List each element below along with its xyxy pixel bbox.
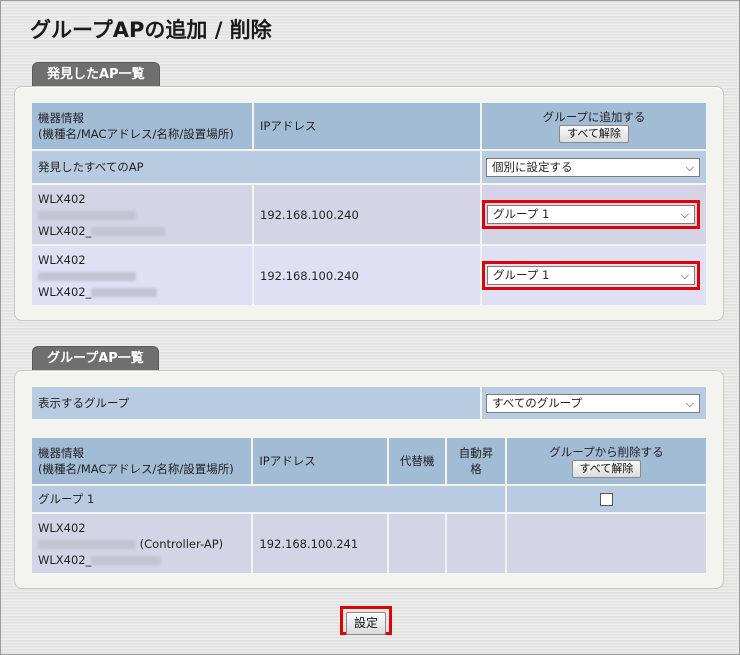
col-ip-header: IPアドレス <box>251 436 390 486</box>
group-select-cell: グループ 1 ⌵ <box>479 183 709 246</box>
chevron-down-icon: ⌵ <box>680 208 689 221</box>
col-remove-header: グループから削除する すべて解除 <box>504 436 709 486</box>
table-row: WLX402 WLX402_ 192.168.100.240 グループ 1 ⌵ <box>29 244 709 307</box>
device-info-cell: WLX402 WLX402_ <box>29 183 255 246</box>
group-remove-cell <box>504 484 709 514</box>
col-alt-header: 代替機 <box>387 436 448 486</box>
device-model: WLX402 <box>38 191 86 206</box>
group-filter-select[interactable]: すべてのグループ ⌵ <box>486 393 700 413</box>
chevron-down-icon: ⌵ <box>680 269 689 282</box>
highlight-box: グループ 1 ⌵ <box>481 261 700 290</box>
group-select-cell: グループ 1 ⌵ <box>479 244 709 307</box>
group-select-value: グループ 1 <box>492 268 550 282</box>
discovered-table: 機器情報 (機種名/MACアドレス/名称/設置場所) IPアドレス グループに追… <box>29 101 709 307</box>
alt-cell <box>387 512 448 575</box>
checkbox-icon[interactable] <box>599 493 613 506</box>
col-device-header: 機器情報 (機種名/MACアドレス/名称/設置場所) <box>29 101 255 151</box>
device-ip: 192.168.100.240 <box>252 183 482 246</box>
device-name: WLX402_ <box>38 223 246 239</box>
group-select[interactable]: グループ 1 ⌵ <box>486 266 695 285</box>
device-model: WLX402 <box>38 252 86 267</box>
discovered-header-row: 機器情報 (機種名/MACアドレス/名称/設置場所) IPアドレス グループに追… <box>29 101 709 151</box>
page-title: グループAPの追加 / 削除 <box>30 18 272 42</box>
submit-highlight-box: 設定 <box>340 606 392 635</box>
group-name: グループ 1 <box>30 484 507 514</box>
device-mac-redacted <box>38 207 246 223</box>
all-ap-select[interactable]: 個別に設定する ⌵ <box>485 157 700 177</box>
device-model: WLX402 <box>38 520 86 535</box>
group-row: グループ 1 <box>30 484 709 514</box>
section-tab-discovered: 発見したAP一覧 <box>32 62 160 86</box>
clear-all-remove-button[interactable]: すべて解除 <box>571 460 642 478</box>
col-add-header: グループに追加する すべて解除 <box>479 101 709 151</box>
col-device-sub-label: (機種名/MACアドレス/名称/設置場所) <box>38 127 234 141</box>
all-ap-select-value: 個別に設定する <box>491 159 573 174</box>
device-mac-role: (Controller-AP) <box>38 536 245 552</box>
device-name: WLX402_ <box>38 284 246 300</box>
group-ap-header-row: 機器情報 (機種名/MACアドレス/名称/設置場所) IPアドレス 代替機 自動… <box>29 436 709 486</box>
device-info-cell: WLX402 WLX402_ <box>29 244 255 307</box>
device-mac-redacted <box>38 268 246 284</box>
group-select[interactable]: グループ 1 ⌵ <box>486 205 695 224</box>
col-device-sub-label: (機種名/MACアドレス/名称/設置場所) <box>38 462 234 476</box>
group-ap-table: 機器情報 (機種名/MACアドレス/名称/設置場所) IPアドレス 代替機 自動… <box>29 436 709 575</box>
section-tab-group-list: グループAP一覧 <box>32 346 159 370</box>
device-role: (Controller-AP) <box>139 536 224 551</box>
col-add-label: グループに追加する <box>542 110 646 124</box>
remove-cell <box>504 512 709 575</box>
chevron-down-icon: ⌵ <box>685 160 694 174</box>
clear-all-add-button[interactable]: すべて解除 <box>559 125 629 143</box>
table-row: WLX402 (Controller-AP) WLX402_ 192.168.1… <box>29 512 709 575</box>
col-auto-header: 自動昇格 <box>445 436 507 486</box>
table-row: WLX402 WLX402_ 192.168.100.240 グループ 1 ⌵ <box>29 183 709 246</box>
device-ip: 192.168.100.241 <box>251 512 390 575</box>
group-filter-row: 表示するグループ すべてのグループ ⌵ <box>30 385 708 421</box>
auto-cell <box>445 512 507 575</box>
all-ap-select-cell: 個別に設定する ⌵ <box>479 149 709 185</box>
device-ip: 192.168.100.240 <box>252 244 482 307</box>
all-ap-label: 発見したすべてのAP <box>30 149 482 185</box>
col-ip-header: IPアドレス <box>252 101 482 151</box>
highlight-box: グループ 1 ⌵ <box>481 200 700 229</box>
submit-button[interactable]: 設定 <box>346 612 386 635</box>
group-filter-cell: すべてのグループ ⌵ <box>480 385 708 421</box>
chevron-down-icon: ⌵ <box>685 396 694 410</box>
col-device-label: 機器情報 <box>38 446 84 460</box>
group-filter-label: 表示するグループ <box>30 385 482 421</box>
group-select-value: グループ 1 <box>492 207 550 221</box>
col-device-label: 機器情報 <box>38 111 84 125</box>
col-device-header: 機器情報 (機種名/MACアドレス/名称/設置場所) <box>29 436 254 486</box>
col-remove-label: グループから削除する <box>549 445 664 459</box>
device-name: WLX402_ <box>38 552 245 568</box>
device-info-cell: WLX402 (Controller-AP) WLX402_ <box>29 512 254 575</box>
group-filter-table: 表示するグループ すべてのグループ ⌵ <box>30 385 708 421</box>
discovered-all-row: 発見したすべてのAP 個別に設定する ⌵ <box>30 149 709 185</box>
group-filter-value: すべてのグループ <box>492 395 583 410</box>
